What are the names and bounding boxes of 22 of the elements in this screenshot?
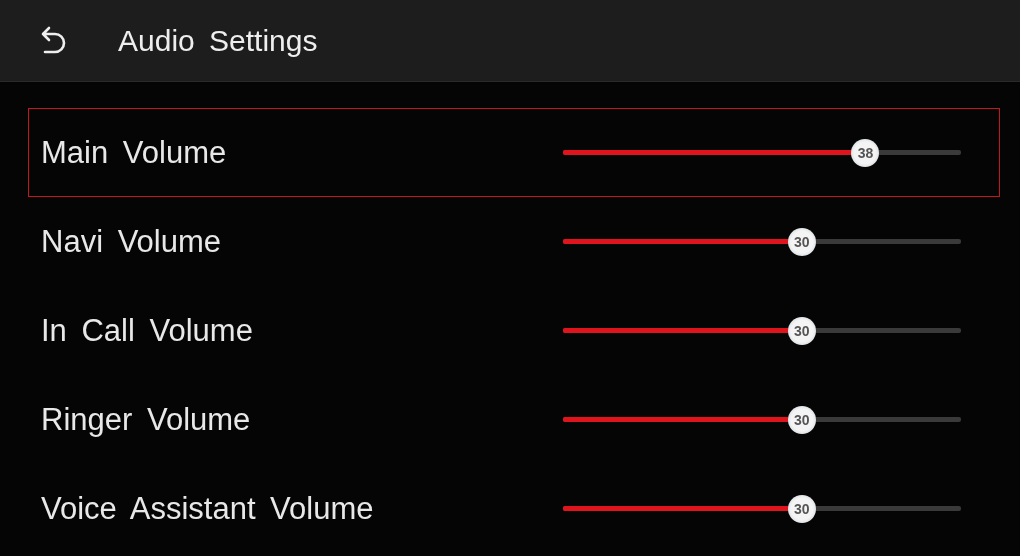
setting-label: Main Volume — [41, 134, 227, 171]
setting-row[interactable]: Ringer Volume 30 — [28, 375, 1000, 464]
volume-slider[interactable]: 30 — [549, 315, 975, 346]
slider-thumb[interactable]: 30 — [787, 494, 816, 523]
slider-thumb[interactable]: 38 — [851, 138, 880, 167]
volume-slider[interactable]: 30 — [549, 493, 975, 524]
volume-slider[interactable]: 38 — [549, 137, 975, 168]
setting-row[interactable]: Navi Volume 30 — [28, 197, 1000, 286]
setting-label: Voice Assistant Volume — [41, 490, 374, 527]
page-title: Audio Settings — [118, 23, 318, 58]
setting-row[interactable]: In Call Volume 30 — [28, 286, 1000, 375]
back-icon[interactable] — [40, 25, 66, 56]
slider-thumb[interactable]: 30 — [787, 227, 816, 256]
slider-thumb[interactable]: 30 — [787, 316, 816, 345]
setting-label: Ringer Volume — [41, 401, 251, 438]
setting-row[interactable]: Voice Assistant Volume 30 — [28, 464, 1000, 553]
slider-thumb[interactable]: 30 — [787, 405, 816, 434]
volume-slider[interactable]: 30 — [549, 404, 975, 435]
setting-label: Navi Volume — [41, 223, 222, 260]
setting-row[interactable]: Main Volume 38 — [28, 108, 1000, 197]
volume-slider[interactable]: 30 — [549, 226, 975, 257]
setting-label: In Call Volume — [41, 312, 253, 349]
